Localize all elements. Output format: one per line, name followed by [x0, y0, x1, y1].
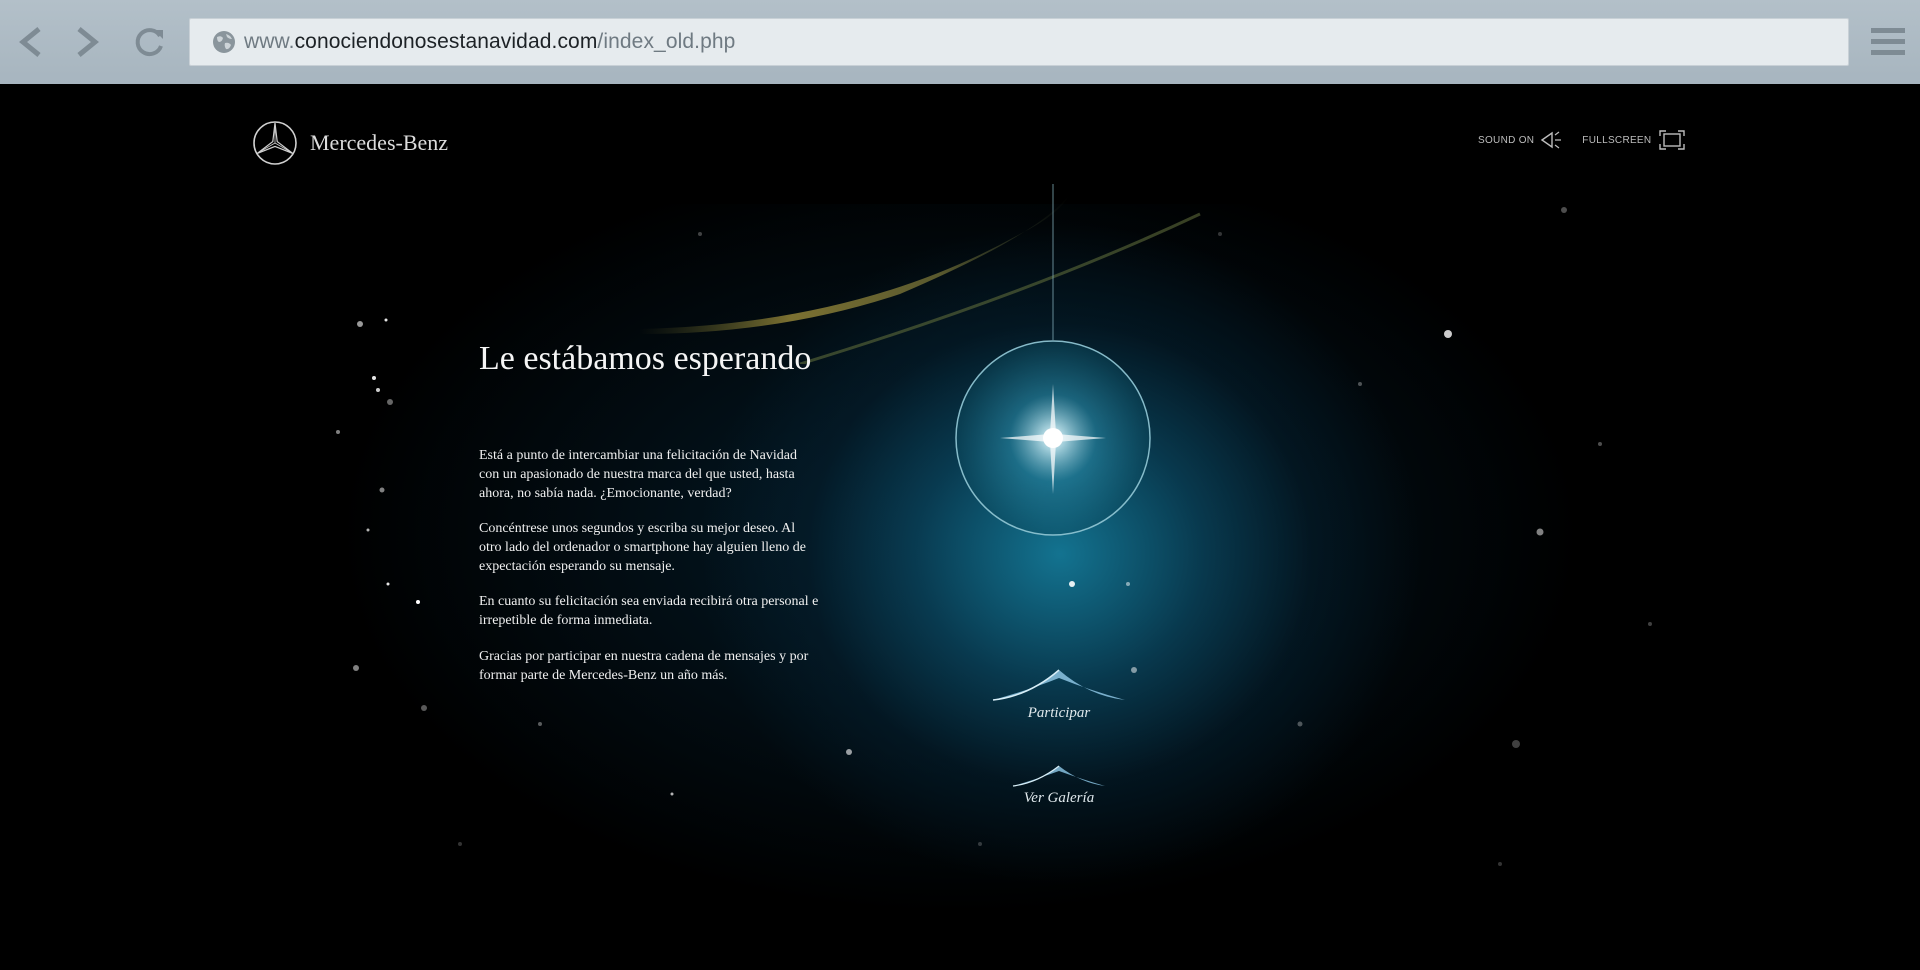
- ver-galeria-button[interactable]: Ver Galería: [979, 763, 1139, 807]
- intro-paragraph: Gracias por participar en nuestra cadena…: [479, 649, 809, 683]
- brand-name: Mercedes-Benz: [310, 130, 449, 155]
- fullscreen-toggle-label[interactable]: FULLSCREEN: [1582, 135, 1651, 146]
- url-domain: conociendonosestanavidad.com: [294, 30, 598, 53]
- back-button[interactable]: [8, 20, 52, 64]
- url-host: www.: [244, 30, 295, 53]
- menu-button[interactable]: [1868, 22, 1908, 62]
- fullscreen-icon[interactable]: [1659, 130, 1686, 150]
- intro-paragraph: Está a punto de intercambiar una felicit…: [479, 448, 797, 501]
- forward-button[interactable]: [66, 20, 110, 64]
- mercedes-star-icon: [253, 121, 297, 165]
- chevron-up-icon: [1012, 765, 1105, 787]
- participar-label: Participar: [1027, 705, 1091, 721]
- speaker-icon[interactable]: [1540, 130, 1564, 150]
- sound-toggle-label[interactable]: SOUND ON: [1478, 135, 1534, 146]
- url-path: /index_old.php: [597, 30, 736, 53]
- chevron-right-icon: [77, 27, 99, 57]
- browser-toolbar: www.conociendonosestanavidad.com/index_o…: [0, 0, 1920, 84]
- hamburger-menu-icon: [1871, 28, 1905, 55]
- participar-button[interactable]: Participar: [979, 666, 1139, 722]
- brand-logo[interactable]: Mercedes-Benz: [252, 120, 448, 166]
- url-text: www.conociendonosestanavidad.com/index_o…: [244, 30, 735, 54]
- chevron-up-icon: [992, 669, 1125, 701]
- reload-icon: [135, 28, 163, 57]
- intro-paragraph: En cuanto su felicitación sea enviada re…: [479, 594, 819, 628]
- chevron-left-icon: [19, 27, 41, 57]
- media-controls: SOUND ON FULLSCREEN: [1478, 130, 1686, 150]
- ver-galeria-label: Ver Galería: [1023, 790, 1095, 806]
- christmas-ornament: [955, 184, 1151, 536]
- address-bar[interactable]: www.conociendonosestanavidad.com/index_o…: [189, 18, 1849, 66]
- reload-button[interactable]: [128, 20, 172, 64]
- intro-paragraph: Concéntrese unos segundos y escriba su m…: [479, 521, 806, 574]
- intro-content: Le estábamos esperando Está a punto de i…: [479, 340, 819, 683]
- page-title: Le estábamos esperando: [479, 340, 812, 377]
- page-viewport: Mercedes-Benz SOUND ON FULLSCREEN Partic…: [0, 84, 1920, 970]
- globe-icon: [212, 30, 236, 54]
